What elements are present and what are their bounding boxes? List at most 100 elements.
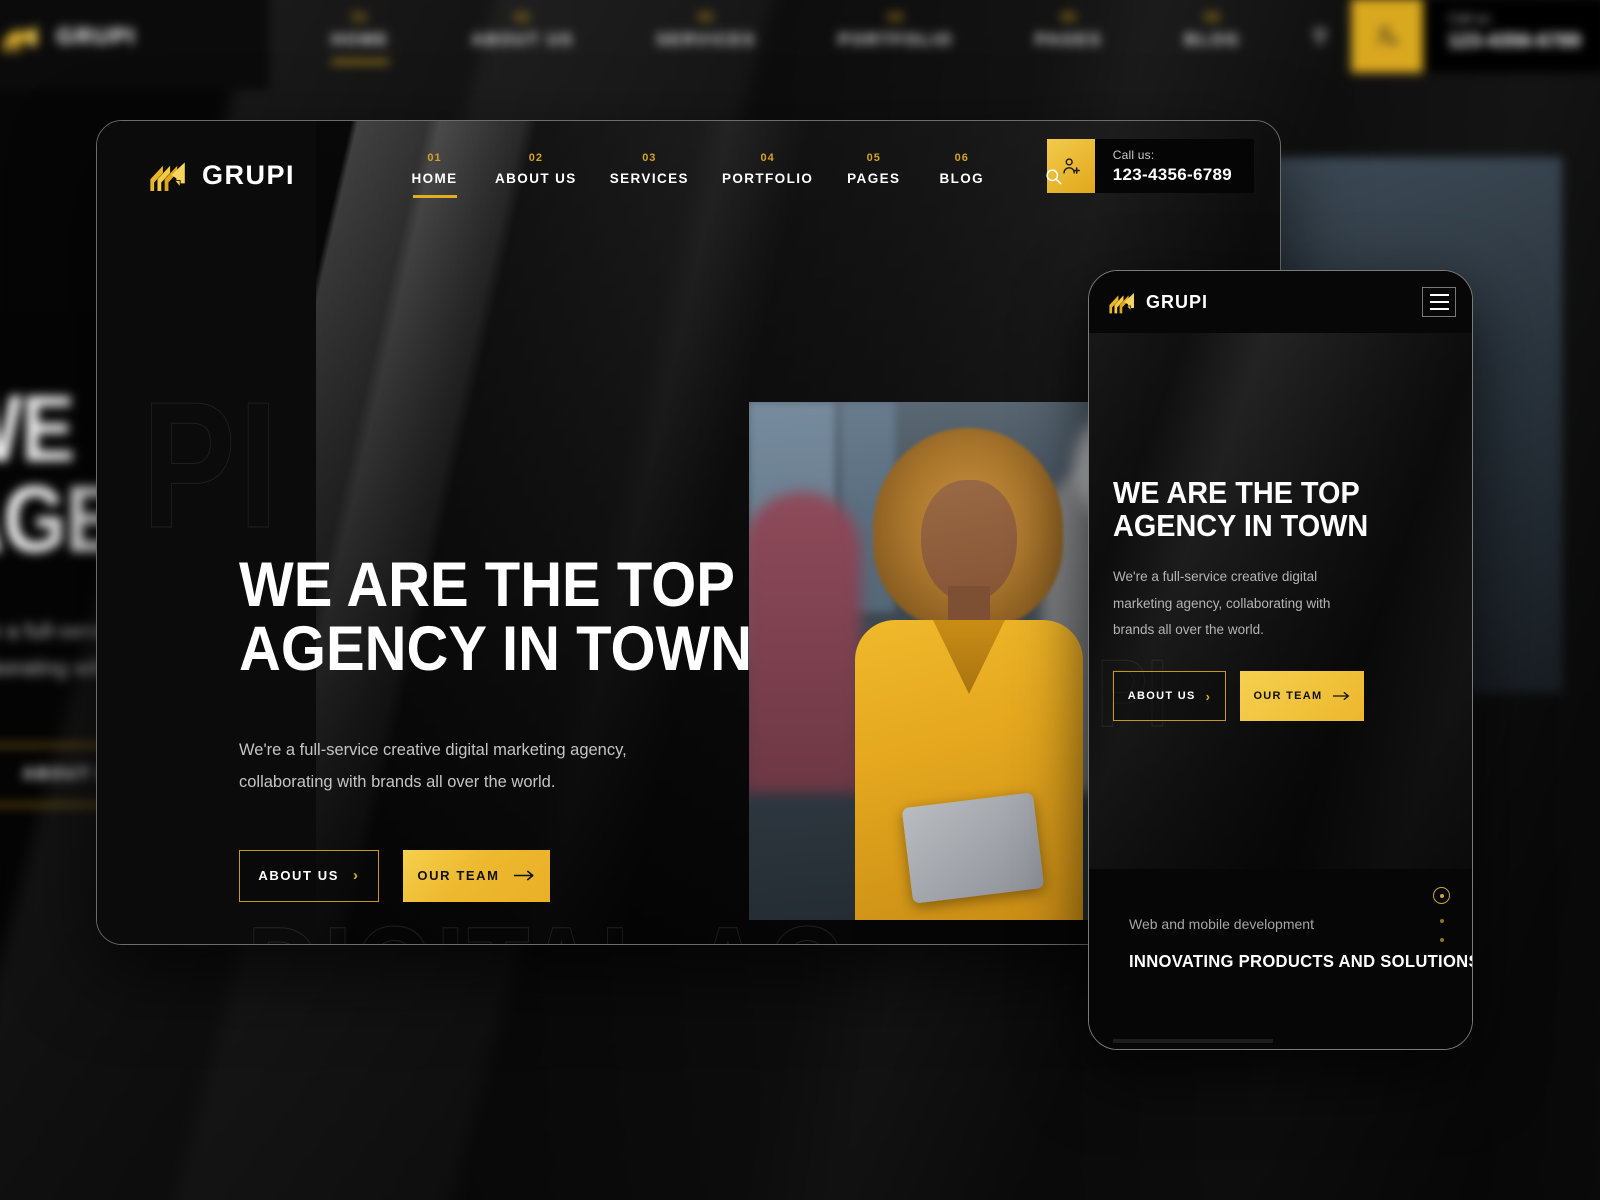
person-tablet	[901, 792, 1045, 904]
about-us-button[interactable]: ABOUT US ›	[239, 849, 379, 902]
mobile-hero-paragraph-line2: marketing agency, collaborating with	[1113, 595, 1331, 611]
background-call-label: Call us:	[1447, 10, 1493, 27]
nav-label-home: HOME	[411, 171, 458, 187]
background-call-widget: Call us: 123-4356-6789	[1351, 0, 1600, 73]
nav-label-portfolio: PORTFOLIO	[721, 171, 814, 187]
mobile-hero-heading-line2: AGENCY IN TOWN	[1113, 508, 1369, 544]
about-us-button-label: ABOUT US	[258, 868, 340, 884]
mobile-footer-subtitle: Web and mobile development	[1129, 916, 1314, 932]
mobile-slider-dot-active[interactable]	[1433, 887, 1450, 904]
background-call-number: 123-4356-6789	[1447, 30, 1581, 53]
hamburger-line	[1429, 301, 1449, 303]
arrow-right-icon	[1332, 692, 1349, 701]
nav-item-home[interactable]: 01 HOME	[407, 152, 462, 198]
hamburger-menu-icon[interactable]	[1422, 287, 1456, 317]
nav-item-blog[interactable]: 06 BLOG	[934, 152, 989, 186]
arrow-right-icon	[513, 870, 534, 881]
nav-item-services[interactable]: 03 SERVICES	[610, 152, 689, 186]
hero-buttons: ABOUT US › OUR TEAM	[239, 849, 709, 902]
nav-label-about-us: ABOUT US	[495, 171, 577, 187]
desktop-header: GRUPI 01 HOME 02 ABOUT US 03 SERVICES 04…	[97, 121, 1280, 229]
mobile-hero-buttons: ABOUT US › OUR TEAM	[1113, 671, 1413, 722]
hero-heading: WE ARE THE TOP AGENCY IN TOWN	[239, 553, 752, 682]
background-nav-item: 06 BLOG	[1185, 9, 1241, 49]
background-nav-num: 01	[352, 9, 369, 24]
mobile-footer-section: Web and mobile development INNOVATING PR…	[1089, 869, 1473, 1049]
background-nav: 01 HOME 02 ABOUT US 03 SERVICES 04 PORTF…	[331, 9, 1240, 63]
hero-heading-line2: AGENCY IN TOWN	[239, 614, 753, 685]
background-nav-num: 04	[887, 9, 904, 24]
mobile-header: GRUPI	[1089, 271, 1472, 333]
mobile-hero-heading: WE ARE THE TOP AGENCY IN TOWN	[1113, 476, 1392, 542]
nav-num-pages: 05	[866, 152, 881, 165]
foreground-person	[845, 428, 1090, 920]
mobile-footer-title: INNOVATING PRODUCTS AND SOLUTIONS	[1129, 951, 1473, 971]
background-nav-label: ABOUT US	[471, 30, 574, 49]
mobile-about-us-button-label: ABOUT US	[1127, 690, 1196, 703]
background-logo-text: GRUPI	[56, 22, 136, 49]
grupi-logo-icon	[150, 162, 185, 191]
background-nav-label: PAGES	[1035, 30, 1103, 49]
mobile-hero-paragraph-line1: We're a full-service creative digital	[1113, 569, 1318, 585]
background-nav-item: 04 PORTFOLIO	[838, 9, 953, 49]
person-face	[921, 480, 1017, 602]
mobile-hero-content: WE ARE THE TOP AGENCY IN TOWN We're a fu…	[1113, 476, 1413, 722]
background-nav-item: 05 PAGES	[1035, 9, 1102, 49]
slide-indicator-01-label: 01	[960, 942, 989, 944]
background-nav-num: 05	[1060, 9, 1077, 24]
hero-paragraph-line2: collaborating with brands all over the w…	[239, 772, 556, 791]
background-nav-label: SERVICES	[656, 30, 756, 49]
slide-indicator-01[interactable]: 01	[953, 942, 995, 944]
grupi-logo-icon	[2, 24, 37, 52]
background-nav-label: HOME	[331, 30, 390, 49]
background-logo-block: GRUPI	[0, 0, 270, 91]
mobile-footer-progress-bar	[1113, 1039, 1273, 1043]
background-nav-item: 03 SERVICES	[656, 9, 756, 49]
desktop-nav: 01 HOME 02 ABOUT US 03 SERVICES 04 PORTF…	[407, 152, 1022, 198]
hamburger-line	[1429, 308, 1449, 310]
mobile-hero-heading-line1: WE ARE THE TOP	[1113, 475, 1360, 510]
background-nav-num: 03	[698, 9, 715, 24]
hero-content: WE ARE THE TOP AGENCY IN TOWN We're a fu…	[239, 553, 752, 902]
nav-num-blog: 06	[954, 152, 969, 165]
hero-heading-line1: WE ARE THE TOP	[239, 550, 735, 620]
mobile-slider-dot[interactable]	[1439, 938, 1444, 942]
our-team-button-label: OUR TEAM	[417, 868, 500, 884]
our-team-button[interactable]: OUR TEAM	[403, 849, 550, 902]
mobile-our-team-button[interactable]: OUR TEAM	[1240, 671, 1364, 722]
mobile-about-us-button[interactable]: ABOUT US ›	[1113, 671, 1226, 722]
desktop-logo-text: GRUPI	[202, 159, 296, 190]
background-nav-num: 06	[1204, 9, 1221, 24]
background-nav-label: BLOG	[1184, 30, 1241, 49]
mobile-our-team-button-label: OUR TEAM	[1253, 690, 1323, 703]
nav-label-blog: BLOG	[939, 171, 985, 187]
chevron-right-icon: ›	[353, 867, 360, 885]
hamburger-line	[1429, 294, 1449, 296]
nav-item-portfolio[interactable]: 04 PORTFOLIO	[722, 152, 813, 186]
mobile-slider-dots	[1433, 887, 1450, 942]
nav-num-services: 03	[642, 152, 657, 165]
mobile-slider-dot[interactable]	[1439, 919, 1444, 923]
desktop-logo[interactable]: GRUPI	[97, 121, 316, 229]
background-user-plus-icon	[1351, 0, 1424, 73]
chevron-right-icon: ›	[1205, 688, 1212, 704]
background-nav-item: 01 HOME	[331, 9, 390, 63]
nav-active-underline	[412, 195, 457, 198]
dot-core	[1439, 893, 1444, 898]
mobile-logo[interactable]: GRUPI	[1107, 287, 1208, 317]
nav-num-portfolio: 04	[760, 152, 775, 165]
nav-label-services: SERVICES	[609, 171, 689, 187]
background-nav-underline	[331, 59, 390, 63]
nav-item-about-us[interactable]: 02 ABOUT US	[495, 152, 577, 186]
hero-paragraph: We're a full-service creative digital ma…	[239, 734, 639, 798]
nav-item-pages[interactable]: 05 PAGES	[846, 152, 901, 186]
background-search-icon: ⚲	[1312, 25, 1328, 48]
nav-num-home: 01	[427, 152, 442, 165]
mobile-mockup: PI DIGITAL AGENCY GRUPI WE ARE THE TOP A…	[1088, 270, 1473, 1050]
search-icon[interactable]	[1044, 167, 1063, 191]
nav-num-about-us: 02	[528, 152, 543, 165]
background-call-text: Call us: 123-4356-6789	[1423, 0, 1600, 73]
mobile-logo-text: GRUPI	[1146, 291, 1209, 312]
background-nav-num: 02	[514, 9, 531, 24]
background-nav-item: 02 ABOUT US	[471, 9, 574, 49]
